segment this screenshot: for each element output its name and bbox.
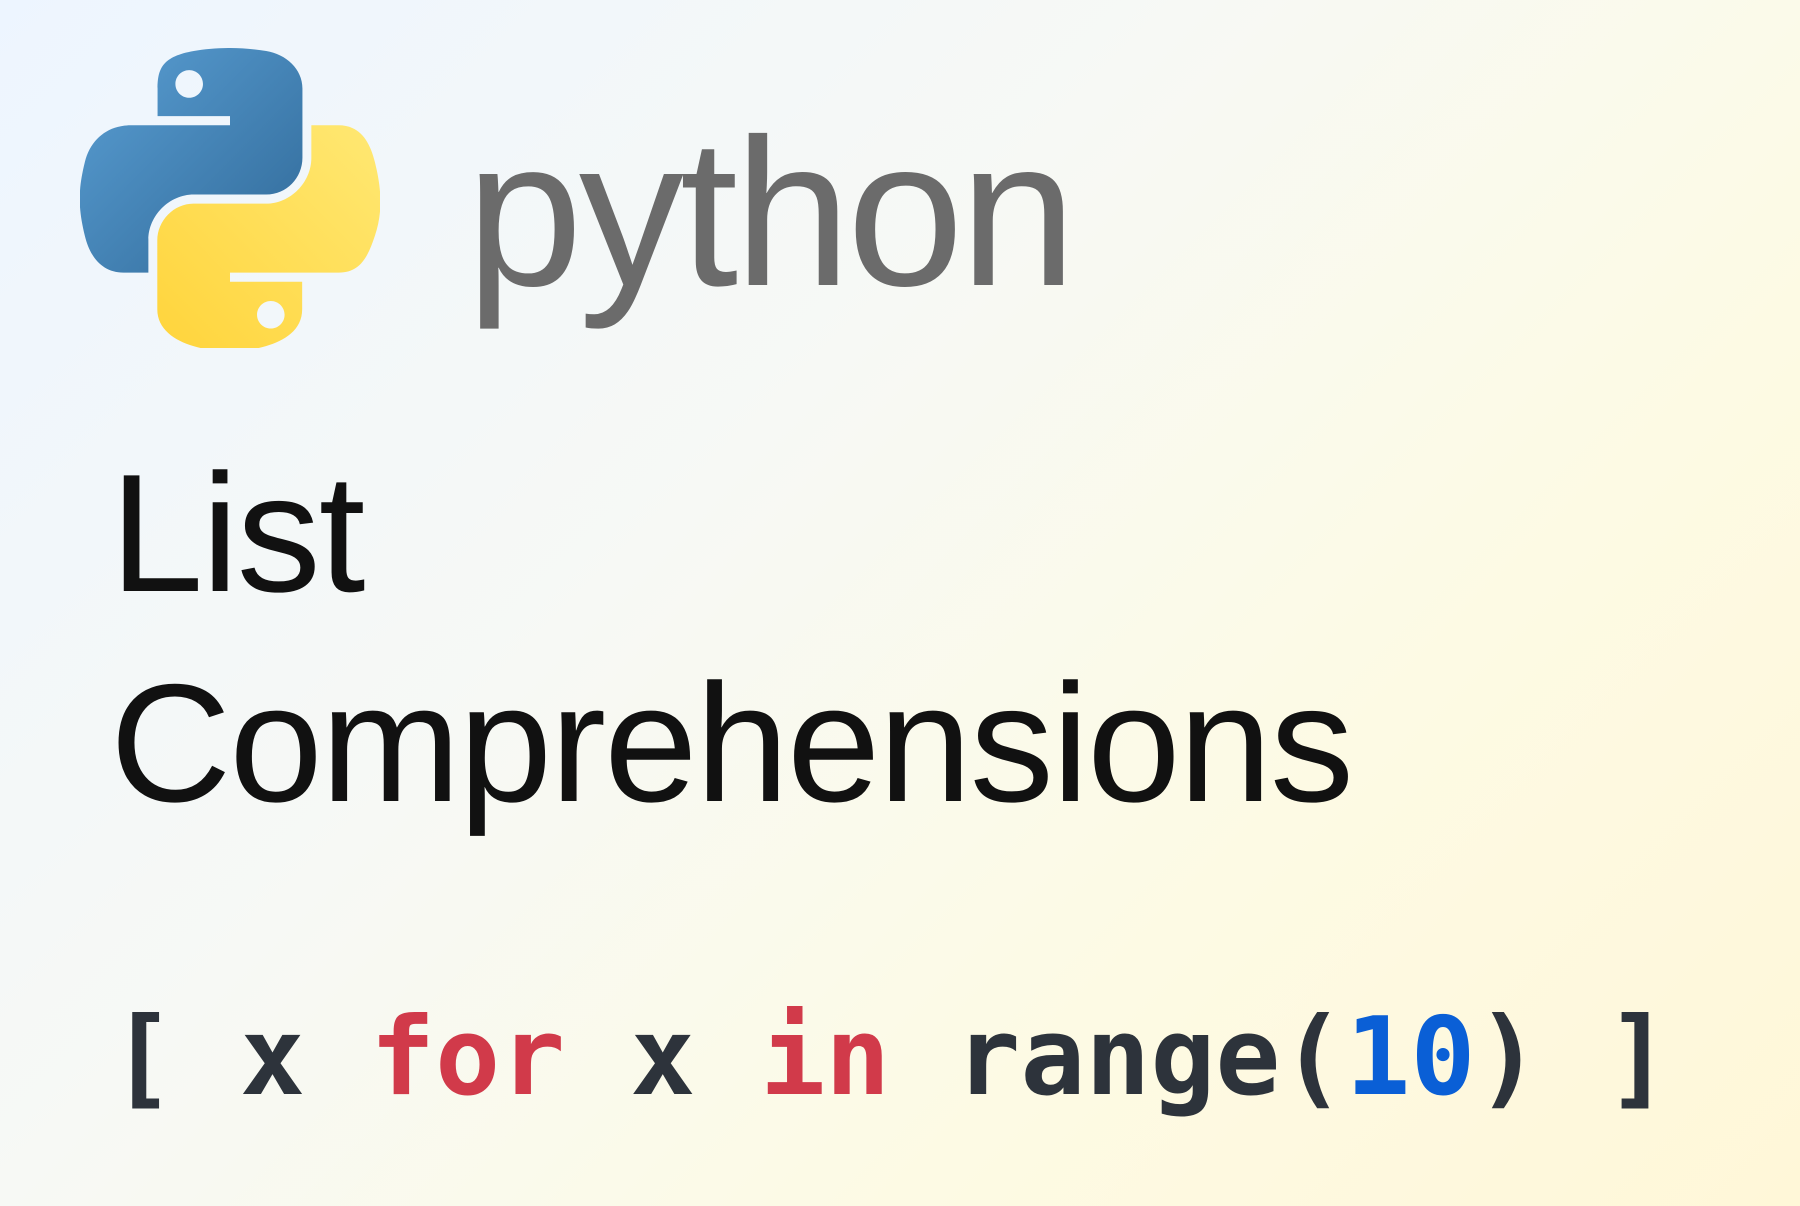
code-keyword-for: for (370, 995, 565, 1120)
code-var: x (630, 995, 760, 1120)
code-rparen: ) (1476, 995, 1541, 1120)
code-open-bracket: [ (110, 995, 240, 1120)
python-wordmark: python (466, 108, 1073, 318)
code-space (565, 995, 630, 1120)
slide-title: List Comprehensions (110, 428, 1352, 848)
code-keyword-in: in (760, 995, 890, 1120)
code-func: range (955, 995, 1280, 1120)
code-lparen: ( (1280, 995, 1345, 1120)
code-close-bracket: ] (1541, 995, 1671, 1120)
code-space (890, 995, 955, 1120)
title-line-2: Comprehensions (110, 649, 1352, 837)
code-example: [ x for x in range(10) ] (110, 995, 1671, 1120)
code-var: x (240, 995, 370, 1120)
title-line-1: List (110, 439, 363, 627)
python-logo-icon (80, 48, 380, 348)
header-row: python (80, 78, 1073, 348)
code-number: 10 (1345, 995, 1475, 1120)
